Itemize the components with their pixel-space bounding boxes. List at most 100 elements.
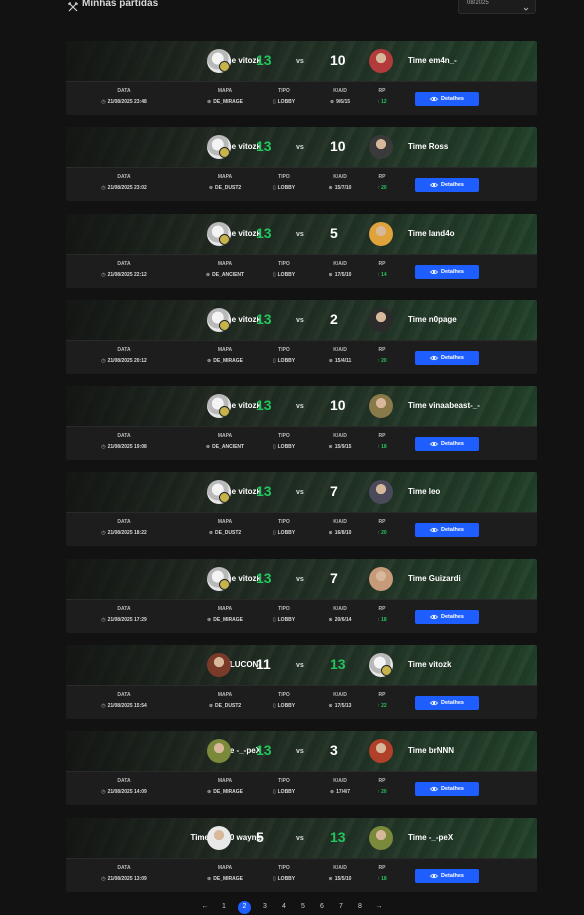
map-text: DE_MIRAGE [213,875,243,882]
eye-icon [430,96,439,102]
map-label: MAPA [217,778,233,785]
player-avatar [369,135,393,160]
player-avatar [369,480,393,505]
type-value: ▯ LOBBY [264,530,304,536]
globe-icon: ⊕ [208,703,214,710]
player-avatar [369,739,393,764]
page-8-button[interactable]: 8 [355,901,365,915]
map-text: DE_DUST2 [215,530,242,537]
phone-icon: ▯ [272,875,276,882]
page-6-button[interactable]: 6 [317,901,327,915]
type-text: LOBBY [277,703,296,710]
date-label: DATA [117,433,131,440]
vs-label: vs [296,58,304,65]
map-text: DE_ANCIENT [212,271,245,278]
phone-icon: ▯ [272,703,276,710]
team-right-name: Time -_-peX [408,832,454,842]
date-text: 21/08/2025 19:08 [107,444,147,451]
map-text: DE_MIRAGE [213,789,243,796]
date-stat: DATA ◷ 21/08/2025 22:12 [94,261,154,278]
globe-icon: ⊕ [205,271,211,278]
date-stat: DATA ◷ 21/08/2025 17:29 [94,606,154,623]
page-1-button[interactable]: 1 [219,901,229,915]
match-stats: DATA ◷ 21/08/2025 22:12 MAPA ⊕ DE_ANCIENT TIPO… [66,253,537,288]
date-text: 21/08/2025 18:22 [107,530,147,537]
date-value: ◷ 21/08/2025 18:22 [94,530,154,536]
type-text: LOBBY [277,271,296,278]
details-label: Detalhes [441,182,464,189]
details-button[interactable]: Detalhes [415,609,479,624]
details-button[interactable]: Detalhes [415,178,479,193]
match-header: Time vitozk 13 vs 2 Time n0page [66,299,537,340]
map-value: ⊕ DE_MIRAGE [195,617,255,623]
match-header: Time vitozk 13 vs 7 Time leo [66,472,537,513]
details-button[interactable]: Detalhes [415,92,479,106]
page-2-button[interactable]: 2 [238,901,251,914]
details-button[interactable]: Detalhes [415,437,479,452]
match-list: Time vitozk 13 vs 10 Time em4n_- DATA ◷ 21/08/2… [66,41,537,904]
match-card: Time -_-peX 13 vs 3 Time brNNN DATA ◷ 21/08/202… [66,731,537,806]
details-button[interactable]: Detalhes [415,264,479,279]
map-text: DE_MIRAGE [213,99,243,105]
rp-label: RP [378,433,386,440]
page-7-button[interactable]: 7 [336,901,346,915]
details-button[interactable]: Detalhes [415,350,479,365]
match-stats: DATA ◷ 21/08/2025 19:08 MAPA ⊕ DE_ANCIENT TIPO… [66,426,537,461]
map-label: MAPA [217,346,233,353]
map-value: ⊕ DE_MIRAGE [195,99,255,105]
type-stat: TIPO ▯ LOBBY [264,865,304,882]
team-right-name: Time leo [408,487,441,497]
details-button[interactable]: Detalhes [415,523,479,538]
score-left: 13 [256,224,272,241]
match-card: Time vitozk 13 vs 10 Time em4n_- DATA ◷ 21/08/2… [66,41,537,115]
page-5-button[interactable]: 5 [298,901,308,915]
match-card: Time plpic0 wayne5vs13Time -_-peXDATA◷21… [66,817,537,892]
clock-icon: ◷ [101,530,106,537]
type-value: ▯ LOBBY [264,358,304,364]
phone-icon: ▯ [272,789,276,796]
player-avatar [207,653,231,678]
kad-stat: K/A/D ⊗ 16/8/10 [320,519,360,536]
eye-icon [430,269,439,274]
kad-text: 17/5/13 [334,703,352,710]
kad-label: K/A/D [333,260,347,267]
map-stat: MAPA ⊕ DE_MIRAGE [195,88,255,105]
date-value: ◷ 21/08/2025 23:02 [94,185,154,191]
date-stat: DATA ◷ 21/08/2025 14:09 [94,778,154,795]
type-label: TIPO [278,519,290,526]
kad-label: K/A/D [333,864,347,871]
month-select[interactable]: 08/2025 [458,0,536,14]
player-avatar [369,307,393,332]
details-button[interactable]: Detalhes [415,868,479,883]
score-left: 13 [256,138,272,155]
globe-icon: ⊕ [207,616,212,623]
kad-text: 15/7/10 [334,185,352,192]
page-4-button[interactable]: 4 [279,901,289,915]
rp-text: 18 [381,875,387,882]
match-card: Time vitozk 13 vs 10 Time vinaabeast-_- DATA ◷… [66,386,537,461]
rp-value: ↑ 20 [367,358,397,364]
match-header: Time vitozk 13 vs 7 Time Guizardi [66,558,537,599]
kad-value: ⊗ 15/7/10 [320,185,360,191]
type-value: ▯ LOBBY [264,703,304,709]
kad-label: K/A/D [333,519,347,526]
kad-value: ⊗ 17/5/10 [320,272,360,278]
score-right: 10 [330,52,346,68]
prev-page-arrow-icon[interactable]: ← [200,901,210,915]
match-header: Time -_-peX 13 vs 3 Time brNNN [66,731,537,772]
match-header: Time vitozk 13 vs 5 Time land4o [66,213,537,254]
rp-stat: RP ↑ 22 [367,692,397,709]
date-text: 21/08/2025 17:29 [107,616,147,623]
details-button[interactable]: Detalhes [415,696,479,711]
rp-value: ↑ 18 [367,876,397,882]
player-avatar [369,221,393,246]
date-stat: DATA ◷ 21/08/2025 15:54 [94,692,154,709]
match-stats: DATA ◷ 21/08/2025 23:48 MAPA ⊕ DE_MIRAGE TIPO ▯… [66,81,537,115]
date-label: DATA [117,174,131,181]
details-label: Detalhes [441,786,464,793]
map-label: MAPA [217,692,233,699]
page-3-button[interactable]: 3 [260,901,270,915]
next-page-arrow-icon[interactable]: → [374,901,384,915]
details-button[interactable]: Detalhes [415,782,479,797]
rp-label: RP [378,692,386,699]
